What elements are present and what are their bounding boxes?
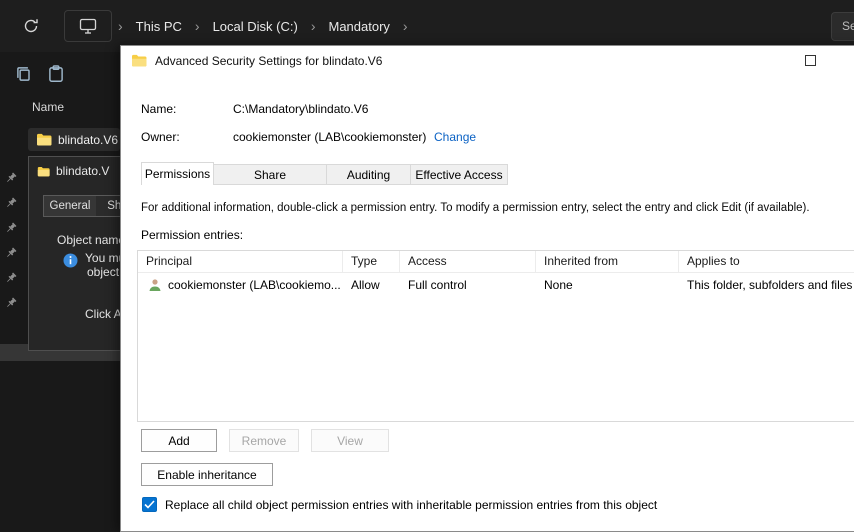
- name-label: Name:: [141, 102, 177, 116]
- maximize-icon[interactable]: [805, 55, 816, 66]
- dialog-title: Advanced Security Settings for blindato.…: [155, 54, 383, 68]
- instructions-text: For additional information, double-click…: [141, 202, 810, 214]
- properties-dialog-titlebar[interactable]: blindato.V: [29, 157, 127, 185]
- breadcrumb-this-pc[interactable]: This PC: [136, 19, 182, 34]
- user-icon: [149, 279, 161, 291]
- table-row[interactable]: cookiemonster (LAB\cookiemo... Allow Ful…: [138, 273, 854, 297]
- folder-icon: [37, 166, 50, 176]
- permission-entries-table: Principal Type Access Inherited from App…: [137, 250, 854, 422]
- dialog-titlebar[interactable]: Advanced Security Settings for blindato.…: [121, 46, 854, 76]
- enable-inheritance-button[interactable]: Enable inheritance: [141, 463, 273, 486]
- search-input[interactable]: Sea: [831, 12, 854, 41]
- file-row-blindato[interactable]: blindato.V6: [28, 128, 120, 151]
- owner-label: Owner:: [141, 130, 180, 144]
- pushpin-icon[interactable]: [4, 222, 17, 235]
- remove-button[interactable]: Remove: [229, 429, 299, 452]
- cell-type: Allow: [351, 278, 380, 292]
- replace-permissions-checkbox[interactable]: [142, 497, 157, 512]
- chevron-right-icon: ›: [402, 18, 408, 34]
- paste-icon[interactable]: [46, 64, 66, 84]
- cell-principal: cookiemonster (LAB\cookiemo...: [168, 278, 341, 292]
- tab-share[interactable]: Share: [213, 164, 327, 185]
- permission-entries-label: Permission entries:: [141, 228, 244, 242]
- column-type[interactable]: Type: [343, 251, 400, 272]
- properties-dialog: blindato.V General Sha Object name: You …: [28, 156, 140, 351]
- pushpin-icon[interactable]: [4, 247, 17, 260]
- pushpin-icon[interactable]: [4, 197, 17, 210]
- pushpin-icon[interactable]: [4, 172, 17, 185]
- owner-value: cookiemonster (LAB\cookiemonster): [233, 130, 427, 144]
- breadcrumb-mandatory[interactable]: Mandatory: [329, 19, 390, 34]
- name-value: C:\Mandatory\blindato.V6: [233, 102, 369, 116]
- chevron-right-icon: ›: [194, 18, 200, 34]
- chevron-right-icon: ›: [310, 18, 316, 34]
- column-header-name[interactable]: Name: [32, 100, 64, 114]
- checkmark-icon: [144, 500, 155, 509]
- info-icon: [63, 253, 78, 268]
- cell-inherited-from: None: [544, 278, 573, 292]
- copy-icon[interactable]: [14, 64, 34, 84]
- change-owner-link[interactable]: Change: [434, 130, 476, 144]
- breadcrumb-local-disk[interactable]: Local Disk (C:): [213, 19, 298, 34]
- info-text-line2: object.: [87, 265, 123, 279]
- folder-icon: [37, 133, 52, 146]
- column-principal[interactable]: Principal: [138, 251, 343, 272]
- object-name-label: Object name:: [57, 233, 129, 247]
- file-name-label: blindato.V6: [58, 132, 119, 147]
- view-button[interactable]: View: [311, 429, 389, 452]
- replace-permissions-label[interactable]: Replace all child object permission entr…: [165, 498, 657, 512]
- column-access[interactable]: Access: [400, 251, 536, 272]
- column-inherited-from[interactable]: Inherited from: [536, 251, 679, 272]
- advanced-security-settings-dialog: Advanced Security Settings for blindato.…: [120, 45, 854, 532]
- pushpin-icon[interactable]: [4, 297, 17, 310]
- tab-effective-access[interactable]: Effective Access: [410, 164, 508, 185]
- refresh-icon[interactable]: [22, 17, 40, 35]
- chevron-right-icon: ›: [118, 18, 123, 34]
- folder-icon: [132, 54, 147, 67]
- properties-dialog-title: blindato.V: [56, 164, 110, 178]
- table-header-row: Principal Type Access Inherited from App…: [138, 251, 854, 273]
- cell-access: Full control: [408, 278, 467, 292]
- add-button[interactable]: Add: [141, 429, 217, 452]
- tab-permissions[interactable]: Permissions: [141, 162, 214, 185]
- cell-applies-to: This folder, subfolders and files: [687, 278, 853, 292]
- pushpin-icon[interactable]: [4, 272, 17, 285]
- column-applies-to[interactable]: Applies to: [679, 251, 854, 272]
- this-pc-icon[interactable]: [64, 10, 112, 42]
- tab-general[interactable]: General: [43, 195, 97, 217]
- tab-auditing[interactable]: Auditing: [326, 164, 411, 185]
